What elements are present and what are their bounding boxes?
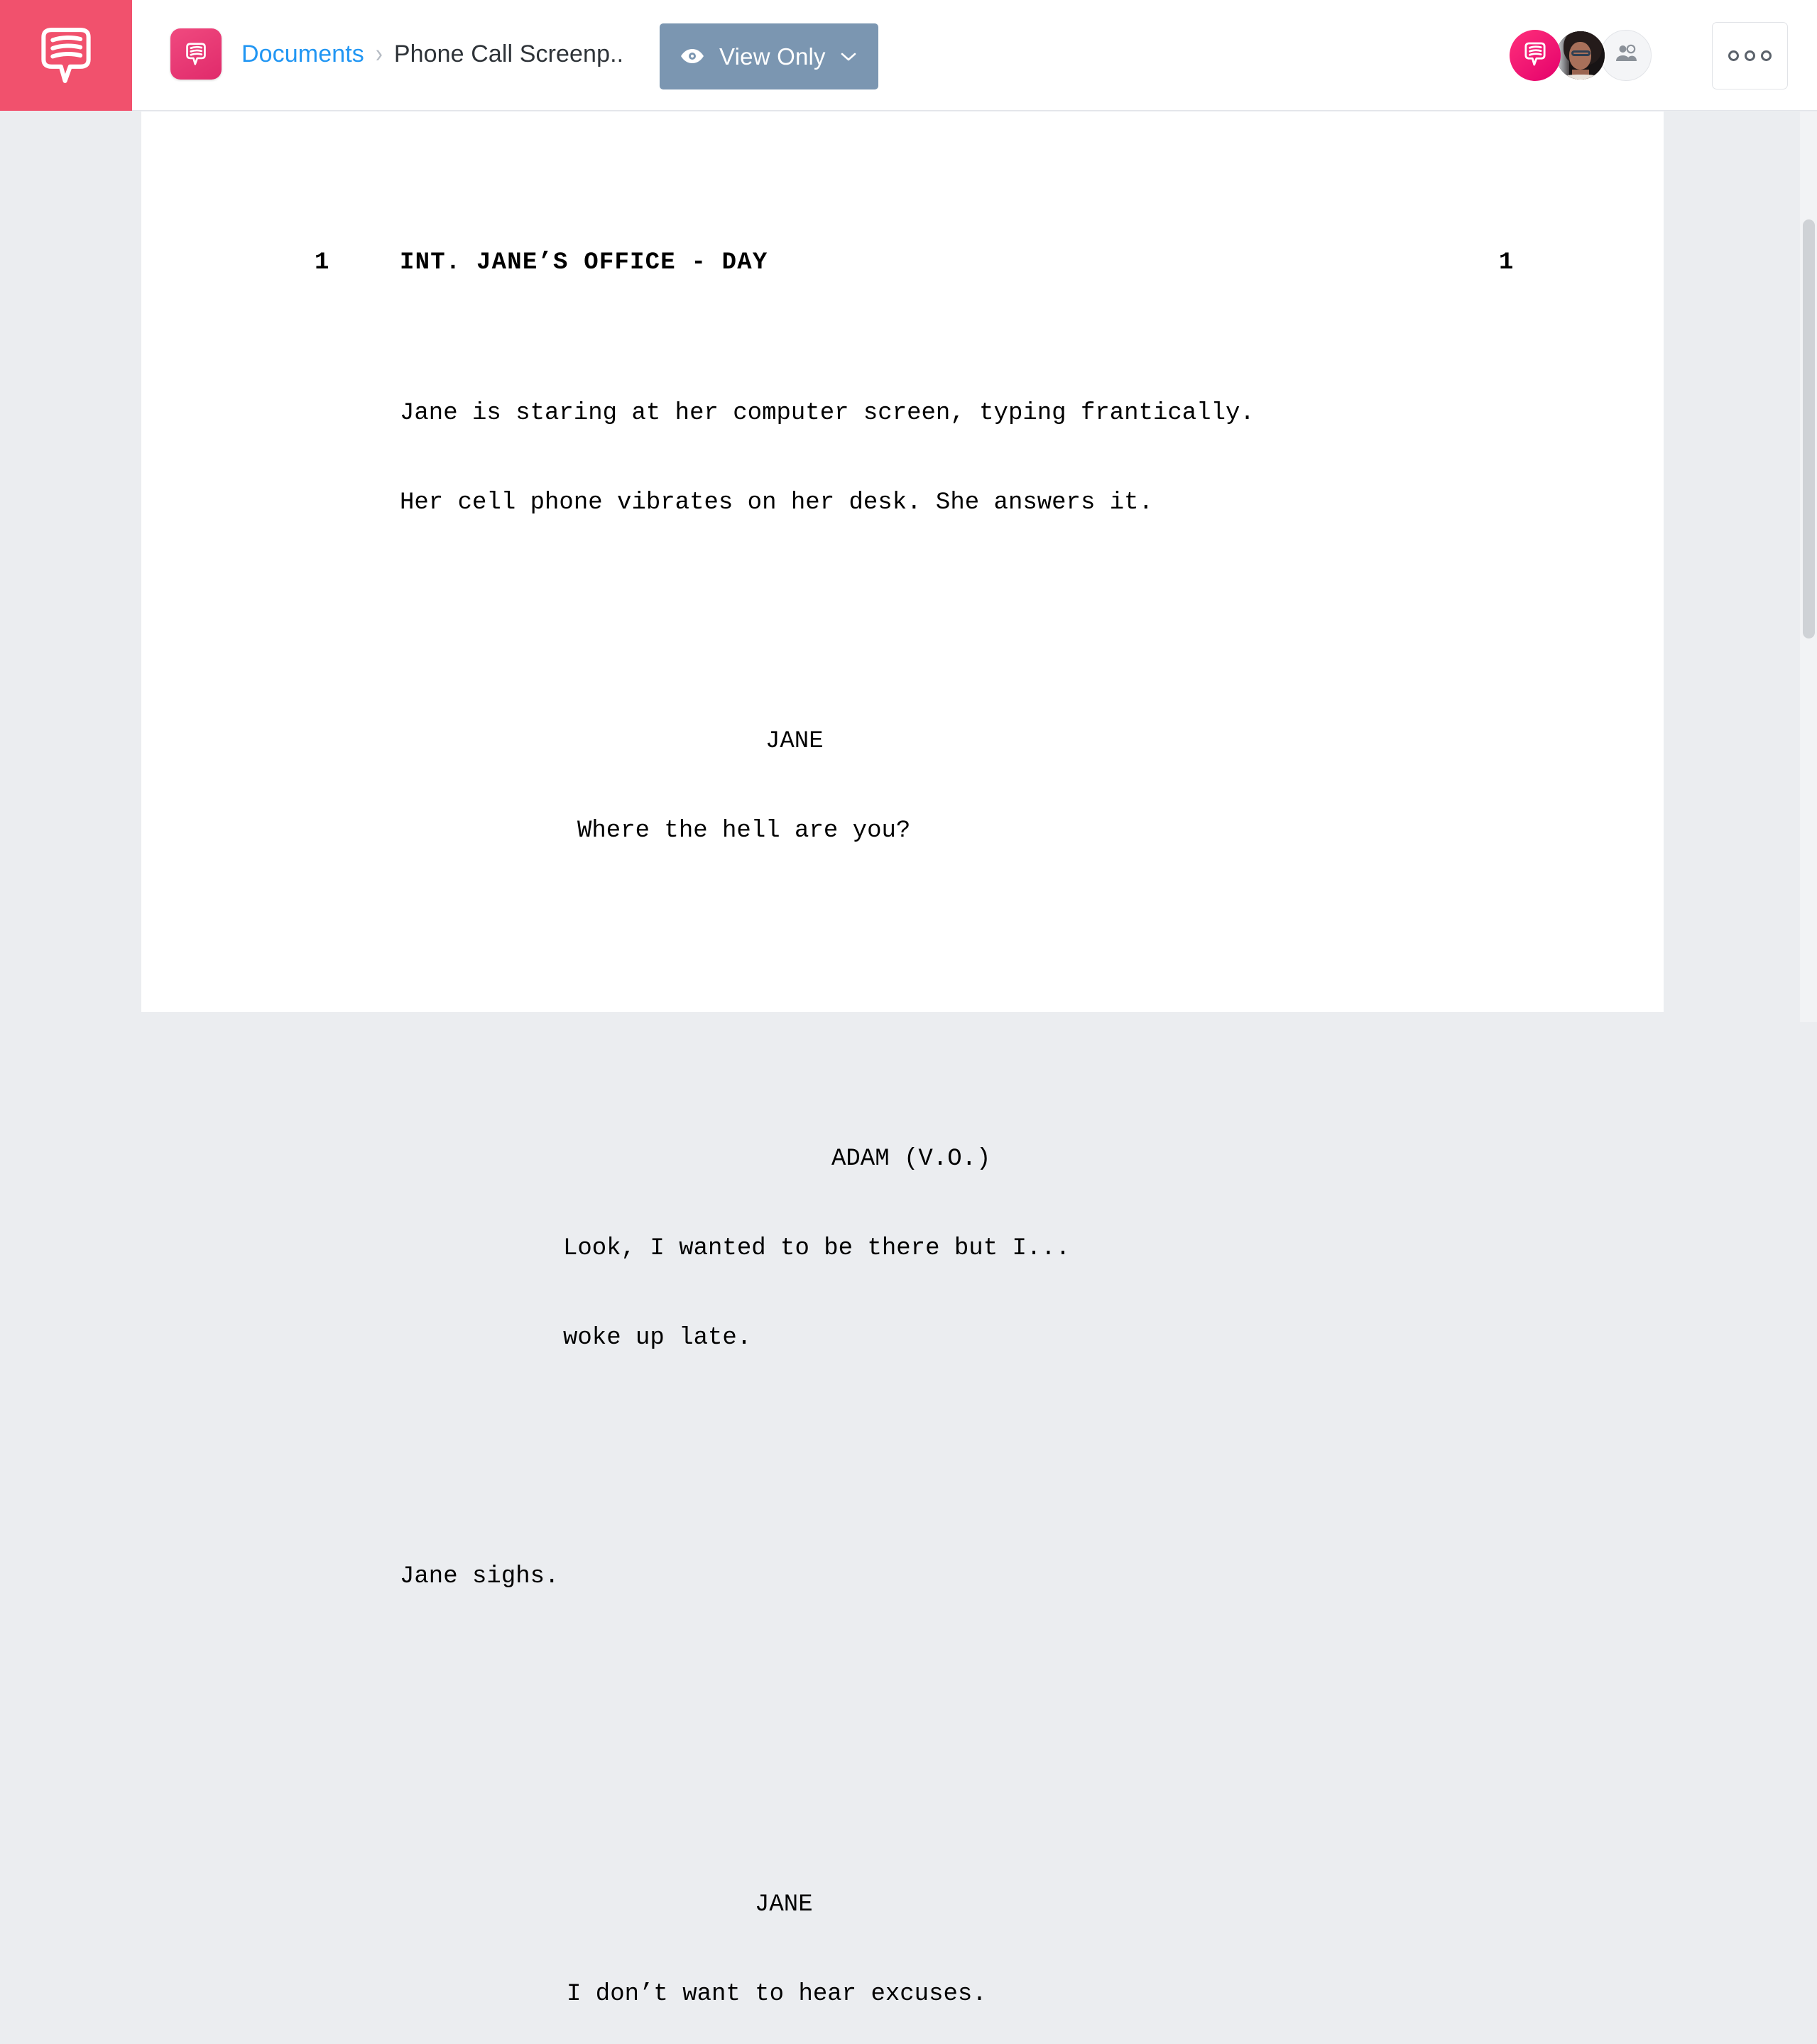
brand-logo[interactable] [0,0,132,111]
action-line: Her cell phone vibrates on her desk. She… [400,489,1153,516]
action-line: Jane sighs. [400,1563,560,1590]
user-portrait-image [1556,31,1605,80]
more-options-button[interactable] [1712,22,1788,89]
vertical-scrollbar-track[interactable] [1800,112,1817,1022]
breadcrumb-separator-icon: › [375,38,383,68]
breadcrumb-current-document[interactable]: Phone Call Screenp.. [394,40,623,68]
three-dots-icon-dot-2 [1745,50,1755,61]
character-cue: ADAM (V.O.) [831,1146,991,1173]
speech-bubble-script-icon [33,23,99,88]
screenplay-page[interactable]: 1 INT. JANE’S OFFICE - DAY 1 Jane is sta… [141,112,1664,2008]
scene-heading: INT. JANE’S OFFICE - DAY [400,249,768,276]
character-cue: JANE [765,728,824,755]
user-avatar[interactable] [1555,30,1606,81]
scene-number-right: 1 [1499,249,1514,276]
vertical-scrollbar-thumb[interactable] [1803,219,1815,638]
action-line: Jane is staring at her computer screen, … [400,400,1255,427]
add-collaborator-avatar[interactable] [1600,30,1652,81]
people-icon [1613,40,1639,71]
breadcrumb-documents-link[interactable]: Documents [241,40,364,68]
three-dots-icon-dot-3 [1761,50,1772,61]
dialogue-line: woke up late. [563,1325,752,1352]
top-bar: Documents › Phone Call Screenp.. View On… [0,0,1817,111]
app-avatar[interactable] [1510,30,1561,81]
document-type-icon[interactable] [170,28,222,80]
collaborator-avatars [1510,30,1652,81]
breadcrumb: Documents › Phone Call Screenp.. [241,34,623,74]
speech-bubble-icon [1521,40,1549,72]
scene-heading-row: 1 INT. JANE’S OFFICE - DAY 1 [141,248,1664,278]
view-only-label: View Only [719,43,826,70]
dialogue-line: Look, I wanted to be there but I... [563,1235,1071,1262]
eye-icon [680,48,705,66]
speech-bubble-document-icon [182,40,209,67]
screenplay-content: 1 INT. JANE’S OFFICE - DAY 1 Jane is sta… [141,112,1664,2044]
dialogue-line: I don’t want to hear excuses. [567,1981,987,2008]
three-dots-icon-dot-1 [1728,50,1739,61]
character-cue: JANE [755,1891,813,1918]
chevron-down-icon [840,51,857,62]
scene-number-left: 1 [315,249,329,276]
view-only-button[interactable]: View Only [660,23,878,89]
dialogue-line: Where the hell are you? [577,817,911,844]
